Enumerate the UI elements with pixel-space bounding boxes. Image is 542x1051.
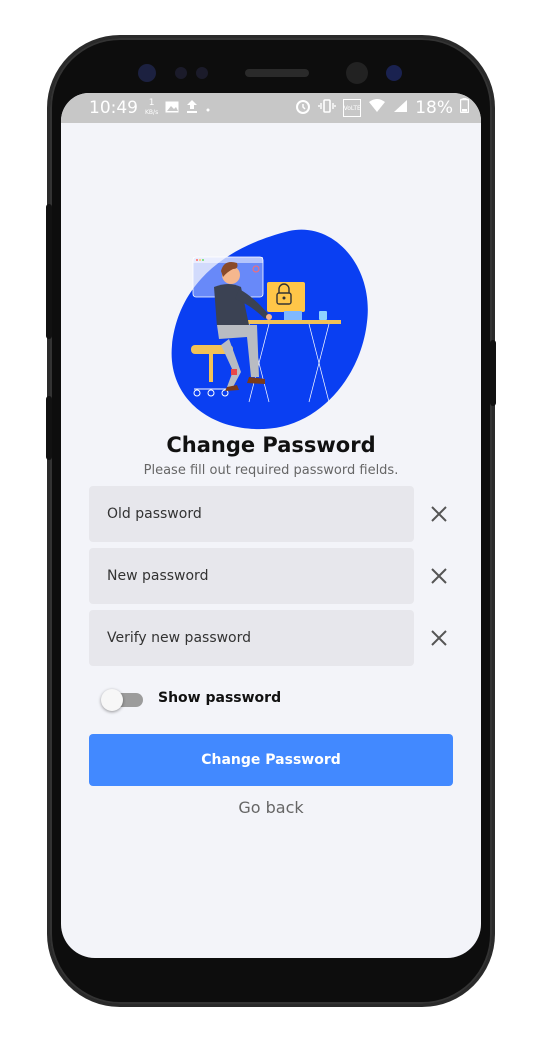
toggle-knob <box>101 689 123 711</box>
page-subtitle: Please fill out required password fields… <box>143 463 399 478</box>
app-screen: 10:49 1 KB/s VoLTE 18% Change Password P… <box>61 93 481 958</box>
earpiece-speaker <box>245 69 309 77</box>
close-icon <box>431 630 447 646</box>
iris-camera <box>346 62 368 84</box>
old-password-field[interactable] <box>89 486 414 542</box>
new-password-field[interactable] <box>89 548 414 604</box>
clear-verify-password-button[interactable] <box>427 626 451 650</box>
power-button <box>490 340 496 406</box>
battery-percent: 18% <box>415 98 453 118</box>
sensor-dot <box>175 67 187 79</box>
close-icon <box>431 568 447 584</box>
volume-button <box>46 396 52 460</box>
close-icon <box>431 506 447 522</box>
status-time: 10:49 <box>89 98 138 118</box>
lte-badge: VoLTE <box>343 99 362 117</box>
front-camera <box>138 64 156 82</box>
page-title: Change Password <box>166 433 376 457</box>
upload-icon <box>186 98 198 118</box>
network-speed: 1 KB/s <box>145 98 159 117</box>
alarm-icon <box>295 98 311 119</box>
verify-password-field[interactable] <box>89 610 414 666</box>
vibrate-icon <box>318 98 336 119</box>
go-back-link[interactable]: Go back <box>61 798 481 817</box>
signal-icon <box>393 98 408 118</box>
iris-led <box>386 65 402 81</box>
change-password-illustration <box>171 229 368 430</box>
clear-new-password-button[interactable] <box>427 564 451 588</box>
status-bar: 10:49 1 KB/s VoLTE 18% <box>61 93 481 123</box>
clear-old-password-button[interactable] <box>427 502 451 526</box>
dot-icon <box>205 98 211 118</box>
show-password-label[interactable]: Show password <box>158 690 281 706</box>
change-password-button[interactable]: Change Password <box>89 734 453 786</box>
image-icon <box>165 98 179 118</box>
show-password-toggle[interactable] <box>101 689 143 711</box>
monitor <box>267 282 305 312</box>
bixby-button <box>46 204 52 339</box>
wifi-icon <box>368 98 386 118</box>
battery-icon <box>459 98 470 118</box>
sensor-dot <box>196 67 208 79</box>
